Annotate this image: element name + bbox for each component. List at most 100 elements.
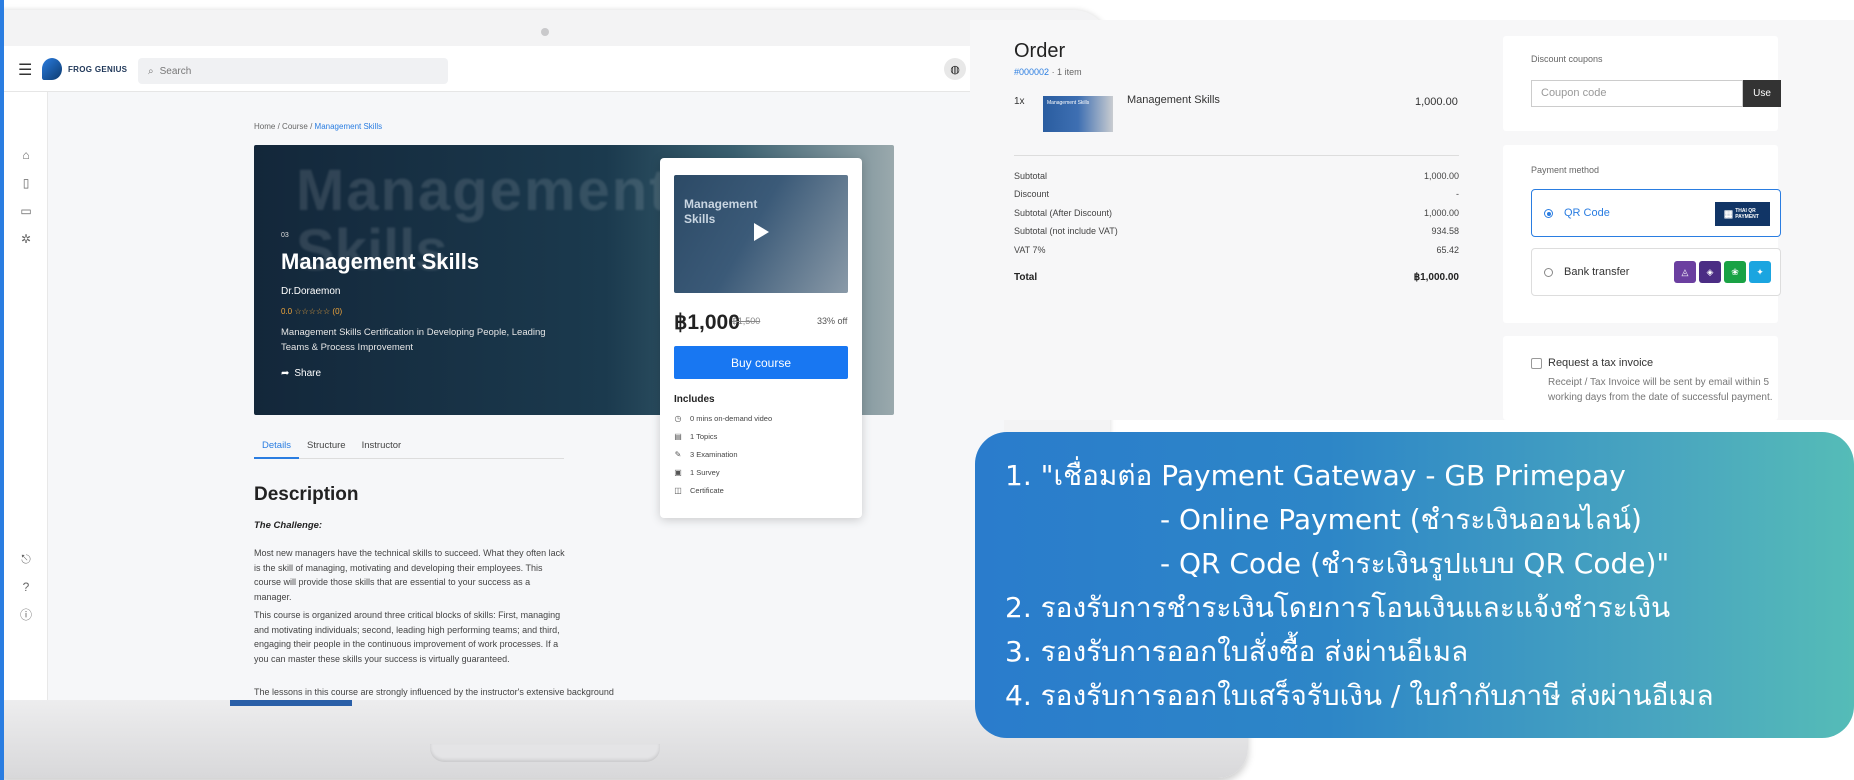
course-number: 03 (281, 232, 289, 239)
payment-option-qr[interactable]: QR Code ▦ THAI QR PAYMENT (1531, 189, 1781, 237)
course-title: Management Skills (281, 249, 480, 274)
order-item-count: · 1 item (1051, 67, 1082, 77)
description-title: Description (254, 484, 359, 505)
divider (1014, 155, 1459, 156)
coupon-code-input[interactable]: Coupon code (1531, 80, 1743, 107)
payment-method-label: Payment method (1531, 165, 1600, 175)
include-text: 1 Topics (690, 432, 718, 441)
hamburger-menu-icon[interactable]: ☰ (18, 60, 32, 80)
side-nav: ⌂ ▯ ▭ ✲ ⎋ ? ⓘ (4, 92, 48, 700)
hero-background-text: Management (296, 158, 671, 223)
tab-structure[interactable]: Structure (299, 437, 354, 459)
book-icon[interactable]: ▯ (18, 175, 34, 191)
buy-course-button[interactable]: Buy course (674, 346, 848, 379)
payment-option-bank[interactable]: Bank transfer ◬ ◈ ❀ ✦ (1531, 248, 1781, 296)
qr-icon: ▦ (1723, 208, 1734, 220)
summary-label: VAT 7% (1014, 245, 1046, 255)
original-price: ฿1,500 (732, 316, 761, 326)
share-icon: ➦ (281, 368, 290, 379)
order-panel: Order #000002 · 1 item 1x Management Ski… (970, 20, 1854, 420)
search-placeholder: Search (159, 65, 192, 77)
include-item: ✎ 3 Examination (674, 450, 738, 459)
order-number: #000002 · 1 item (1014, 67, 1082, 77)
certificate-icon: ◫ (674, 486, 682, 495)
breadcrumb-course[interactable]: Course (282, 122, 308, 131)
banner-line-3: - QR Code (ชำระเงินรูปแบบ QR Code)" (1160, 547, 1670, 580)
summary-label: Subtotal (After Discount) (1014, 208, 1113, 218)
thai-qr-payment-logo: ▦ THAI QR PAYMENT (1715, 202, 1770, 226)
order-thumb-text: Management Skills (1047, 100, 1090, 106)
krungsri-logo: ◬ (1674, 261, 1696, 283)
tax-invoice-label[interactable]: Request a tax invoice (1548, 357, 1653, 369)
banner-line-5: 3. รองรับการออกใบสั่งซื้อ ส่งผ่านอีเมล (1005, 635, 1469, 668)
clock-icon: ◷ (674, 414, 682, 423)
breadcrumb-home[interactable]: Home (254, 122, 275, 131)
bug-icon[interactable]: ✲ (18, 231, 34, 247)
play-icon[interactable] (754, 223, 769, 241)
thai-qr-badge: THAI QR PAYMENT (1735, 208, 1759, 220)
total-label: Total (1014, 272, 1038, 283)
breadcrumb-separator: / (310, 122, 313, 131)
logout-icon[interactable]: ⎋ (18, 551, 34, 567)
include-text: 3 Examination (690, 450, 738, 459)
banner-line-2: - Online Payment (ชำระเงินออนไลน์) (1160, 503, 1642, 536)
feature-banner: 1. "เชื่อมต่อ Payment Gateway - GB Prime… (975, 432, 1854, 738)
description-paragraph-2: This course is organized around three cr… (254, 610, 561, 664)
order-title: Order (1014, 40, 1066, 62)
description-paragraph-3: The lessons in this course are strongly … (254, 687, 614, 697)
tab-instructor[interactable]: Instructor (354, 437, 410, 459)
radio-qr[interactable] (1544, 209, 1553, 218)
coupon-panel: Discount coupons Coupon code Use (1503, 36, 1781, 131)
share-label: Share (294, 368, 322, 379)
order-item-name: Management Skills (1127, 94, 1220, 106)
course-rating: 0.0 ☆☆☆☆☆ (0) (281, 307, 343, 316)
breadcrumb-separator: / (277, 122, 280, 131)
info-icon[interactable]: ⓘ (18, 607, 34, 623)
help-icon[interactable]: ? (18, 579, 34, 595)
course-author[interactable]: Dr.Doraemon (281, 286, 340, 297)
thumbnail-title: Management Skills (684, 197, 758, 226)
share-button[interactable]: ➦ Share (281, 368, 321, 379)
description-subtitle: The Challenge: (254, 520, 323, 531)
radio-bank[interactable] (1544, 268, 1553, 277)
survey-icon: ▣ (674, 468, 682, 477)
summary-value: 934.58 (1431, 226, 1459, 236)
camera-dot (541, 28, 549, 36)
globe-icon[interactable]: ◍ (944, 58, 966, 80)
payment-method-panel: Payment method QR Code ▦ THAI QR PAYMENT… (1503, 145, 1781, 323)
course-summary: Management Skills Certification in Devel… (281, 327, 546, 353)
include-item: ◷ 0 mins on-demand video (674, 414, 773, 423)
use-coupon-button[interactable]: Use (1743, 80, 1781, 107)
search-input[interactable]: ⌕ Search (138, 58, 448, 84)
top-bar: ☰ FROG GENIUS ⌕ Search ◍ (4, 46, 1004, 92)
tax-invoice-checkbox[interactable] (1531, 358, 1542, 369)
payment-option-label: Bank transfer (1564, 266, 1630, 278)
coupon-label: Discount coupons (1531, 54, 1603, 64)
course-price: ฿1,000 (674, 311, 740, 334)
includes-title: Includes (674, 394, 715, 405)
tax-invoice-note: Receipt / Tax Invoice will be sent by em… (1548, 377, 1773, 403)
breadcrumb: Home / Course / Management Skills (254, 122, 382, 131)
home-icon[interactable]: ⌂ (18, 147, 34, 163)
banner-line-1: 1. "เชื่อมต่อ Payment Gateway - GB Prime… (1005, 459, 1626, 492)
discount-percent: 33% off (817, 316, 848, 326)
include-text: 0 mins on-demand video (690, 414, 773, 423)
logo[interactable]: FROG GENIUS (42, 58, 127, 80)
summary-value: 65.42 (1436, 245, 1459, 255)
search-icon: ⌕ (148, 65, 154, 77)
order-id-link[interactable]: #000002 (1014, 67, 1049, 77)
include-text: Certificate (690, 486, 724, 495)
course-tabs: Details Structure Instructor (254, 437, 564, 459)
image-strip (230, 700, 352, 706)
order-quantity: 1x (1014, 96, 1025, 107)
summary-value: - (1456, 189, 1459, 199)
laptop-notch (430, 744, 660, 762)
course-thumbnail[interactable]: Management Skills (674, 175, 848, 293)
total-value: ฿1,000.00 (1413, 272, 1459, 283)
left-accent-edge (0, 0, 4, 780)
breadcrumb-current: Management Skills (314, 122, 383, 131)
video-icon[interactable]: ▭ (18, 203, 34, 219)
summary-label: Subtotal (1014, 171, 1048, 181)
tax-invoice-panel: Request a tax invoice Receipt / Tax Invo… (1503, 336, 1778, 420)
tab-details[interactable]: Details (254, 437, 300, 459)
